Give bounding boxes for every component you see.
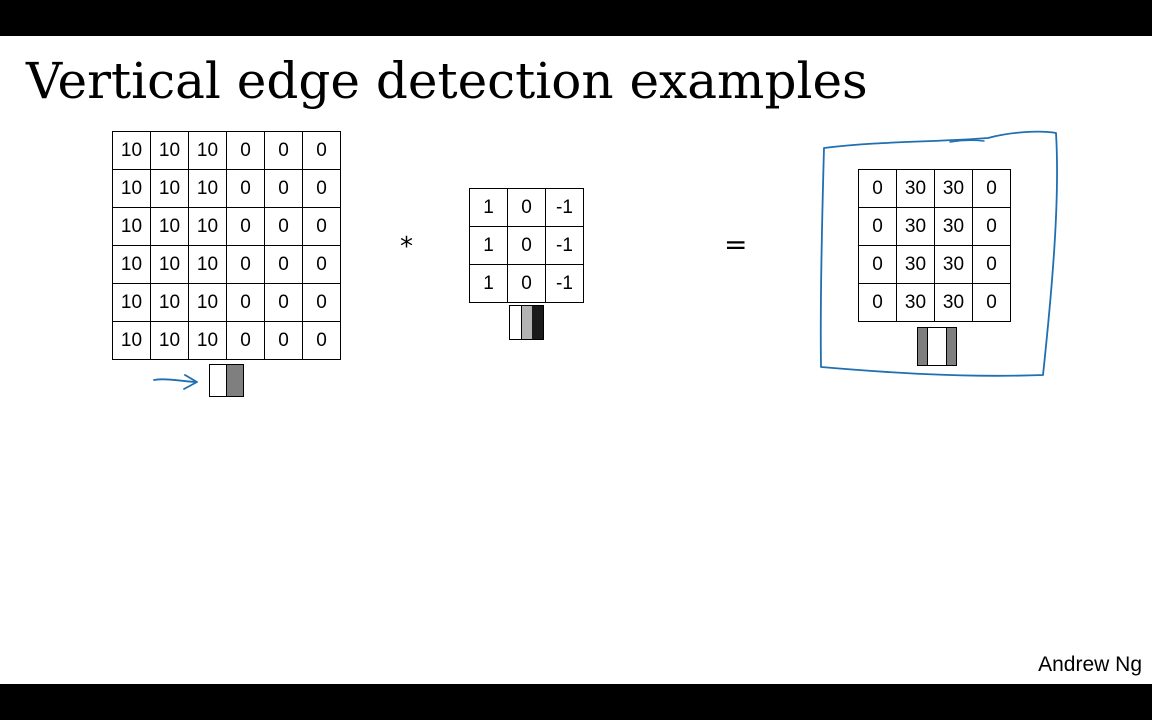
output-highlight-outline (819, 130, 1058, 377)
letterbox-bottom (0, 684, 1152, 720)
author-credit: Andrew Ng (1038, 653, 1142, 676)
annotation-layer (153, 130, 1058, 390)
output-highlight-stroke (949, 139, 985, 143)
hand-drawn-arrow-icon (153, 374, 198, 390)
